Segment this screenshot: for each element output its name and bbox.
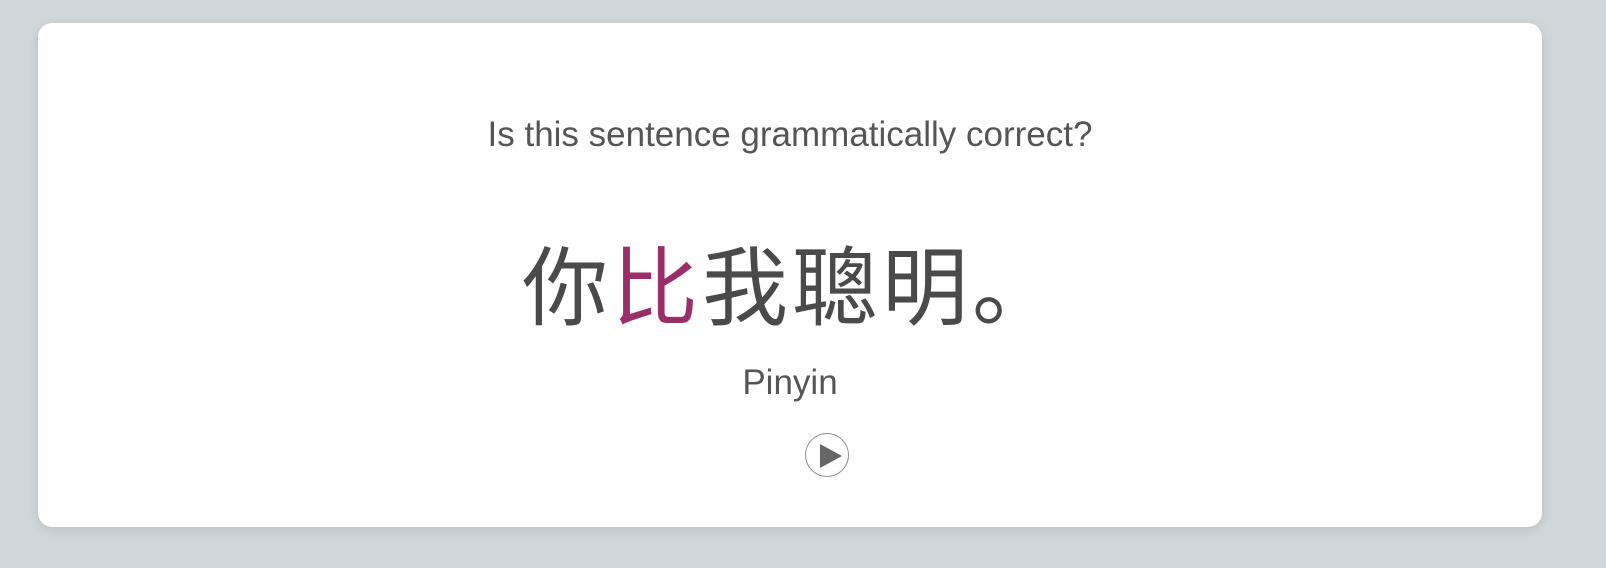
- sentence-char: 明: [882, 239, 968, 339]
- pinyin-toggle[interactable]: Pinyin: [38, 363, 1542, 403]
- chinese-sentence: 你 比 我 聰 明 。: [38, 241, 1542, 337]
- sentence-char: 我: [702, 239, 788, 339]
- sentence-char: 你: [522, 239, 608, 339]
- sentence-char: 。: [972, 239, 1058, 339]
- play-icon: [820, 444, 842, 468]
- question-card: Is this sentence grammatically correct? …: [38, 23, 1542, 527]
- sentence-char-highlighted: 比: [612, 239, 698, 339]
- question-prompt: Is this sentence grammatically correct?: [487, 115, 1093, 154]
- sentence-char: 聰: [792, 239, 878, 339]
- play-audio-button[interactable]: [805, 433, 849, 477]
